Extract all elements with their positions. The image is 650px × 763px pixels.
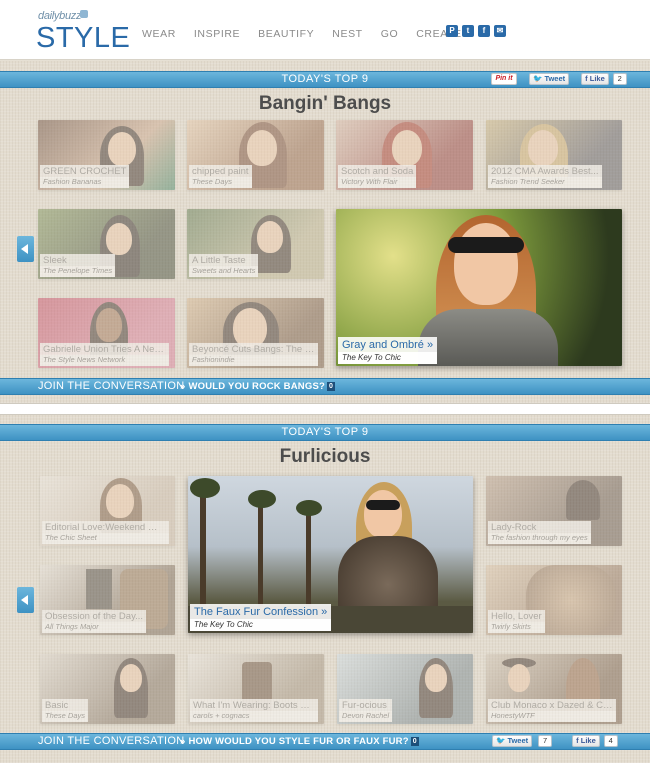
- join-conversation-label: JOIN THE CONVERSATION: [38, 735, 185, 747]
- top9-panel-furlicious: TODAY'S TOP 9 Furlicious Editorial Love:…: [0, 415, 650, 763]
- comment-count-badge: 0: [326, 382, 336, 391]
- tile-what-im-wearing[interactable]: What I'm Wearing: Boots With... carols + …: [188, 654, 324, 724]
- tile-hello-lover[interactable]: Hello, Lover Twirly Skirts: [486, 565, 622, 635]
- tile-obsession-of-the-day[interactable]: Obsession of the Day... All Things Major: [40, 565, 175, 635]
- tile-caption: Beyoncé Cuts Bangs: The Best...Fashionin…: [189, 343, 318, 366]
- nav-go[interactable]: GO: [381, 28, 399, 40]
- featured-caption: The Faux Fur Confession » The Key To Chic: [190, 604, 332, 631]
- nav-wear[interactable]: WEAR: [142, 28, 176, 40]
- tile-caption: Editorial Love:Weekend Wear The Chic Shee…: [42, 521, 169, 544]
- like-count: 2: [612, 73, 627, 85]
- tile-editorial-love[interactable]: Editorial Love:Weekend Wear The Chic Shee…: [40, 476, 175, 546]
- pinterest-icon[interactable]: P: [446, 25, 458, 37]
- tile-beyonce-cuts-bangs[interactable]: Beyoncé Cuts Bangs: The Best...Fashionin…: [187, 298, 324, 368]
- top9-heading: Furlicious: [279, 446, 371, 467]
- conversation-question-link[interactable]: » HOW WOULD YOU STYLE FUR OR FAUX FUR? 0: [180, 734, 419, 749]
- tile-caption: Hello, Lover Twirly Skirts: [488, 610, 545, 633]
- tile-caption: Lady-Rock The fashion through my eyes: [488, 521, 591, 544]
- featured-tile-faux-fur-confession[interactable]: The Faux Fur Confession » The Key To Chic: [188, 476, 473, 633]
- like-button[interactable]: f Like: [581, 73, 609, 85]
- pin-it-button[interactable]: Pin it: [491, 73, 517, 85]
- tile-club-monaco[interactable]: Club Monaco x Dazed & Conf... HonestyWTF: [486, 654, 622, 724]
- tile-caption: A Little Taste Sweets and Hearts: [189, 254, 259, 277]
- nav-nest[interactable]: NEST: [332, 28, 362, 40]
- mail-icon[interactable]: ✉: [494, 25, 506, 37]
- panel-divider: [0, 403, 650, 415]
- tile-caption: Gabrielle Union Tries A New... The Style …: [40, 343, 169, 366]
- sunglasses-graphic: [448, 237, 524, 253]
- tile-chipped-paint[interactable]: chipped paint These Days: [187, 120, 324, 190]
- tile-caption: GREEN CROCHET Fashion Bananas: [40, 165, 130, 188]
- tile-lady-rock[interactable]: Lady-Rock The fashion through my eyes: [486, 476, 622, 546]
- tile-2012-cma-awards[interactable]: 2012 CMA Awards Best... Fashion Trend See…: [486, 120, 622, 190]
- tile-scotch-and-soda[interactable]: Scotch and Soda Victory With Flair: [336, 120, 473, 190]
- nav-beautify[interactable]: BEAUTIFY: [258, 28, 314, 40]
- logo-style[interactable]: STYLE: [36, 22, 130, 55]
- site-header: dailybuzz STYLE WEAR INSPIRE BEAUTIFY NE…: [0, 0, 650, 60]
- share-buttons: Pin it 🐦 Tweet f Like 2: [491, 73, 627, 85]
- tile-caption: Club Monaco x Dazed & Conf... HonestyWTF: [488, 699, 616, 722]
- top9-bar: TODAY'S TOP 9 Pin it 🐦 Tweet f Like 2: [0, 71, 650, 88]
- tile-green-crochet[interactable]: GREEN CROCHET Fashion Bananas: [38, 120, 175, 190]
- featured-tile-gray-and-ombre[interactable]: Gray and Ombré » The Key To Chic: [336, 209, 622, 366]
- tile-caption: Sleek The Penelope Times: [40, 254, 116, 277]
- tile-a-little-taste[interactable]: A Little Taste Sweets and Hearts: [187, 209, 324, 279]
- carousel-prev-button[interactable]: [17, 587, 34, 613]
- tile-caption: Scotch and Soda Victory With Flair: [338, 165, 417, 188]
- social-icons: P t f ✉: [446, 25, 506, 37]
- join-conversation-bar: JOIN THE CONVERSATION » WOULD YOU ROCK BA…: [0, 378, 650, 395]
- tile-fur-ocious[interactable]: Fur-ocious Devon Rachel: [337, 654, 473, 724]
- tile-caption: What I'm Wearing: Boots With... carols + …: [190, 699, 318, 722]
- tile-caption: Obsession of the Day... All Things Major: [42, 610, 147, 633]
- logo-badge-icon: [80, 10, 88, 18]
- like-button[interactable]: f Like: [572, 735, 600, 747]
- nav-inspire[interactable]: INSPIRE: [194, 28, 240, 40]
- tile-caption: 2012 CMA Awards Best... Fashion Trend See…: [488, 165, 602, 188]
- comment-count-badge: 0: [410, 737, 419, 746]
- conversation-question-link[interactable]: » WOULD YOU ROCK BANGS? 0: [180, 379, 336, 394]
- tile-sleek[interactable]: Sleek The Penelope Times: [38, 209, 175, 279]
- featured-caption: Gray and Ombré » The Key To Chic: [338, 337, 438, 364]
- tile-gabrielle-union[interactable]: Gabrielle Union Tries A New... The Style …: [38, 298, 175, 368]
- logo-dailybuzz[interactable]: dailybuzz: [38, 10, 81, 22]
- tile-caption: Fur-ocious Devon Rachel: [339, 699, 393, 722]
- twitter-icon[interactable]: t: [462, 25, 474, 37]
- like-count: 4: [603, 735, 618, 747]
- join-conversation-label: JOIN THE CONVERSATION: [38, 380, 185, 392]
- join-conversation-bar: JOIN THE CONVERSATION » HOW WOULD YOU STY…: [0, 733, 650, 750]
- tile-basic[interactable]: Basic These Days: [40, 654, 175, 724]
- tweet-button[interactable]: 🐦 Tweet: [529, 73, 570, 85]
- main-nav: WEAR INSPIRE BEAUTIFY NEST GO CREATE: [142, 28, 462, 40]
- share-buttons: 🐦 Tweet 7 f Like 4: [492, 735, 618, 747]
- top9-bar: TODAY'S TOP 9: [0, 424, 650, 441]
- tile-caption: chipped paint These Days: [189, 165, 252, 188]
- tile-caption: Basic These Days: [42, 699, 89, 722]
- tweet-count: 7: [538, 735, 553, 747]
- carousel-prev-button[interactable]: [17, 236, 34, 262]
- facebook-icon[interactable]: f: [478, 25, 490, 37]
- top9-heading: Bangin' Bangs: [258, 93, 392, 114]
- top9-panel-bangs: TODAY'S TOP 9 Pin it 🐦 Tweet f Like 2 Ba…: [0, 61, 650, 403]
- top9-bar-title: TODAY'S TOP 9: [281, 426, 369, 438]
- tweet-button[interactable]: 🐦 Tweet: [492, 735, 533, 747]
